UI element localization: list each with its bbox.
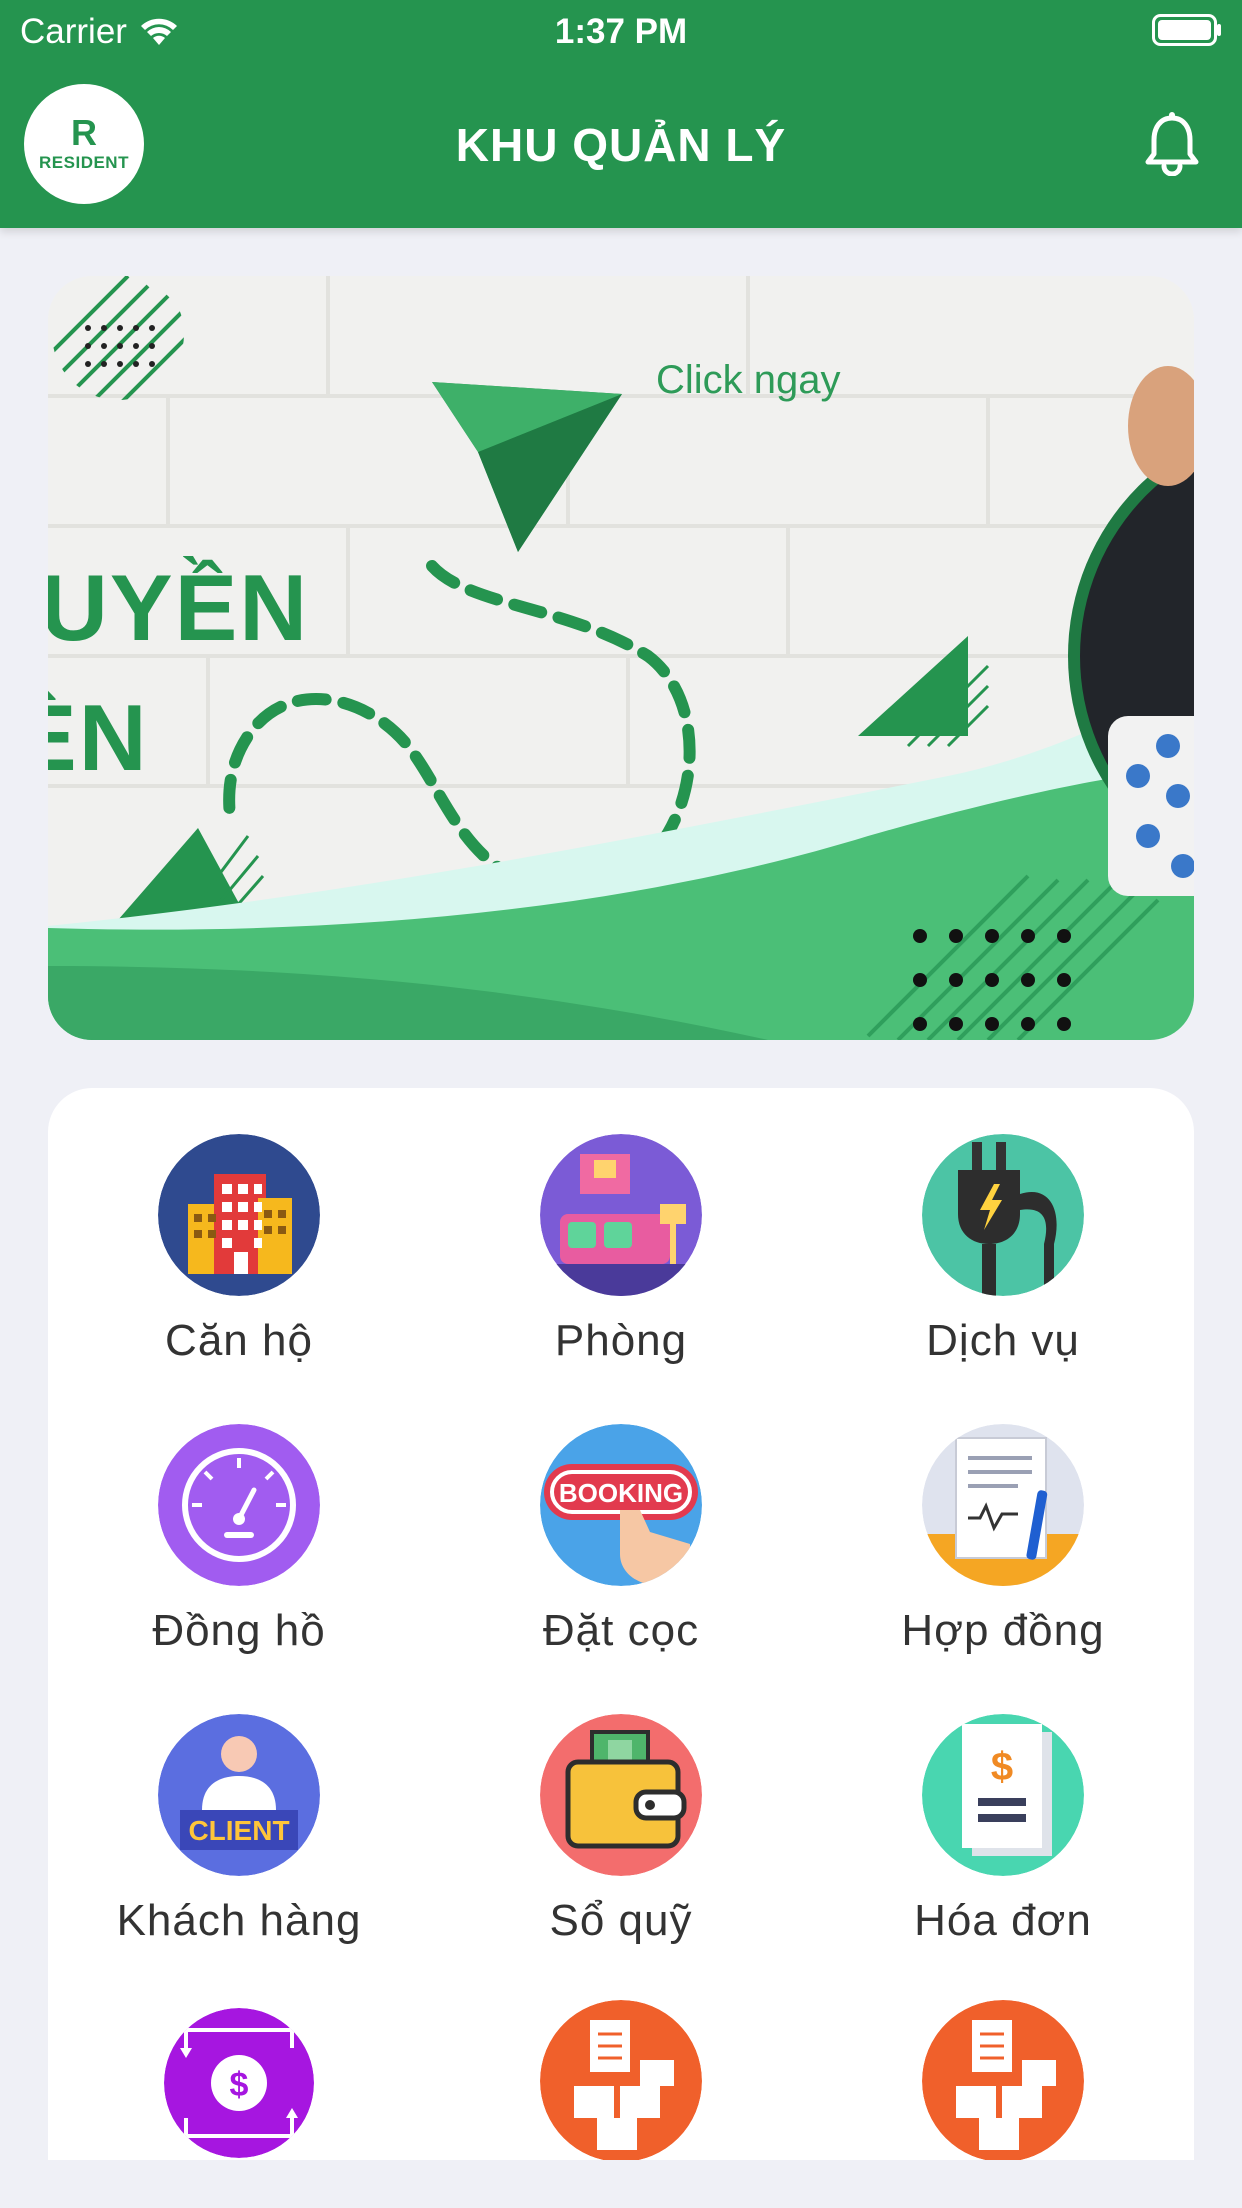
menu-item-label: Hóa đơn: [914, 1896, 1092, 1945]
menu-item-inventory-1[interactable]: [430, 1958, 812, 2160]
menu-item-label: Phòng: [554, 1316, 688, 1365]
svg-text:BOOKING: BOOKING: [559, 1478, 683, 1508]
menu-item-dong-ho[interactable]: Đồng hồ: [48, 1378, 430, 1668]
promo-banner[interactable]: Click ngay UYỀN ÈN: [48, 276, 1194, 1040]
menu-item-phong[interactable]: Phòng: [430, 1088, 812, 1378]
svg-text:$: $: [230, 2066, 249, 2104]
banner-headline-line2: ÈN: [48, 685, 149, 790]
inventory-boxes-icon: [922, 2000, 1084, 2160]
navigation-bar: R RESIDENT KHU QUẢN LÝ: [0, 62, 1242, 228]
svg-text:$: $: [991, 1745, 1013, 1789]
feature-menu: Căn hộ Phòng Dịch vụ Đồng hồ BOOKING Đặt…: [48, 1088, 1194, 2160]
menu-item-label: Căn hộ: [165, 1316, 313, 1365]
contract-icon: [922, 1424, 1084, 1586]
menu-item-label: Đồng hồ: [152, 1606, 326, 1655]
status-bar: Carrier 1:37 PM: [0, 0, 1242, 62]
menu-item-dich-vu[interactable]: Dịch vụ: [812, 1088, 1194, 1378]
invoice-icon: $: [922, 1714, 1084, 1876]
battery-icon: [1152, 14, 1221, 46]
banner-cta-text[interactable]: Click ngay: [656, 358, 841, 403]
menu-item-inventory-2[interactable]: [812, 1958, 1194, 2160]
booking-icon: BOOKING: [540, 1424, 702, 1586]
bell-icon[interactable]: [1142, 112, 1202, 176]
banner-headline-line1: UYỀN: [48, 555, 310, 660]
page-title: KHU QUẢN LÝ: [455, 119, 787, 171]
money-transfer-icon: $: [164, 2008, 314, 2158]
menu-item-khach-hang[interactable]: CLIENT Khách hàng: [48, 1668, 430, 1958]
svg-text:CLIENT: CLIENT: [188, 1815, 289, 1846]
menu-item-so-quy[interactable]: Sổ quỹ: [430, 1668, 812, 1958]
menu-item-label: Dịch vụ: [926, 1316, 1080, 1365]
wallet-icon: [540, 1714, 702, 1876]
menu-item-hop-dong[interactable]: Hợp đồng: [812, 1378, 1194, 1668]
inventory-boxes-icon: [540, 2000, 702, 2160]
menu-item-money-transfer[interactable]: $: [48, 1958, 430, 2160]
menu-item-label: Sổ quỹ: [549, 1896, 693, 1945]
menu-item-dat-coc[interactable]: BOOKING Đặt cọc: [430, 1378, 812, 1668]
apartment-building-icon: [158, 1134, 320, 1296]
meter-gauge-icon: [158, 1424, 320, 1586]
client-icon: CLIENT: [158, 1714, 320, 1876]
app-header: Carrier 1:37 PM R RESIDENT KHU QUẢN LÝ: [0, 0, 1242, 228]
menu-item-can-ho[interactable]: Căn hộ: [48, 1088, 430, 1378]
room-furniture-icon: [540, 1134, 702, 1296]
power-plug-icon: [922, 1134, 1084, 1296]
app-screen: Carrier 1:37 PM R RESIDENT KHU QUẢN LÝ C…: [0, 0, 1242, 2208]
menu-item-label: Hợp đồng: [901, 1606, 1105, 1655]
menu-item-label: Khách hàng: [116, 1896, 362, 1945]
status-time: 1:37 PM: [554, 12, 688, 51]
menu-item-hoa-don[interactable]: $ Hóa đơn: [812, 1668, 1194, 1958]
menu-item-label: Đặt cọc: [542, 1606, 700, 1655]
